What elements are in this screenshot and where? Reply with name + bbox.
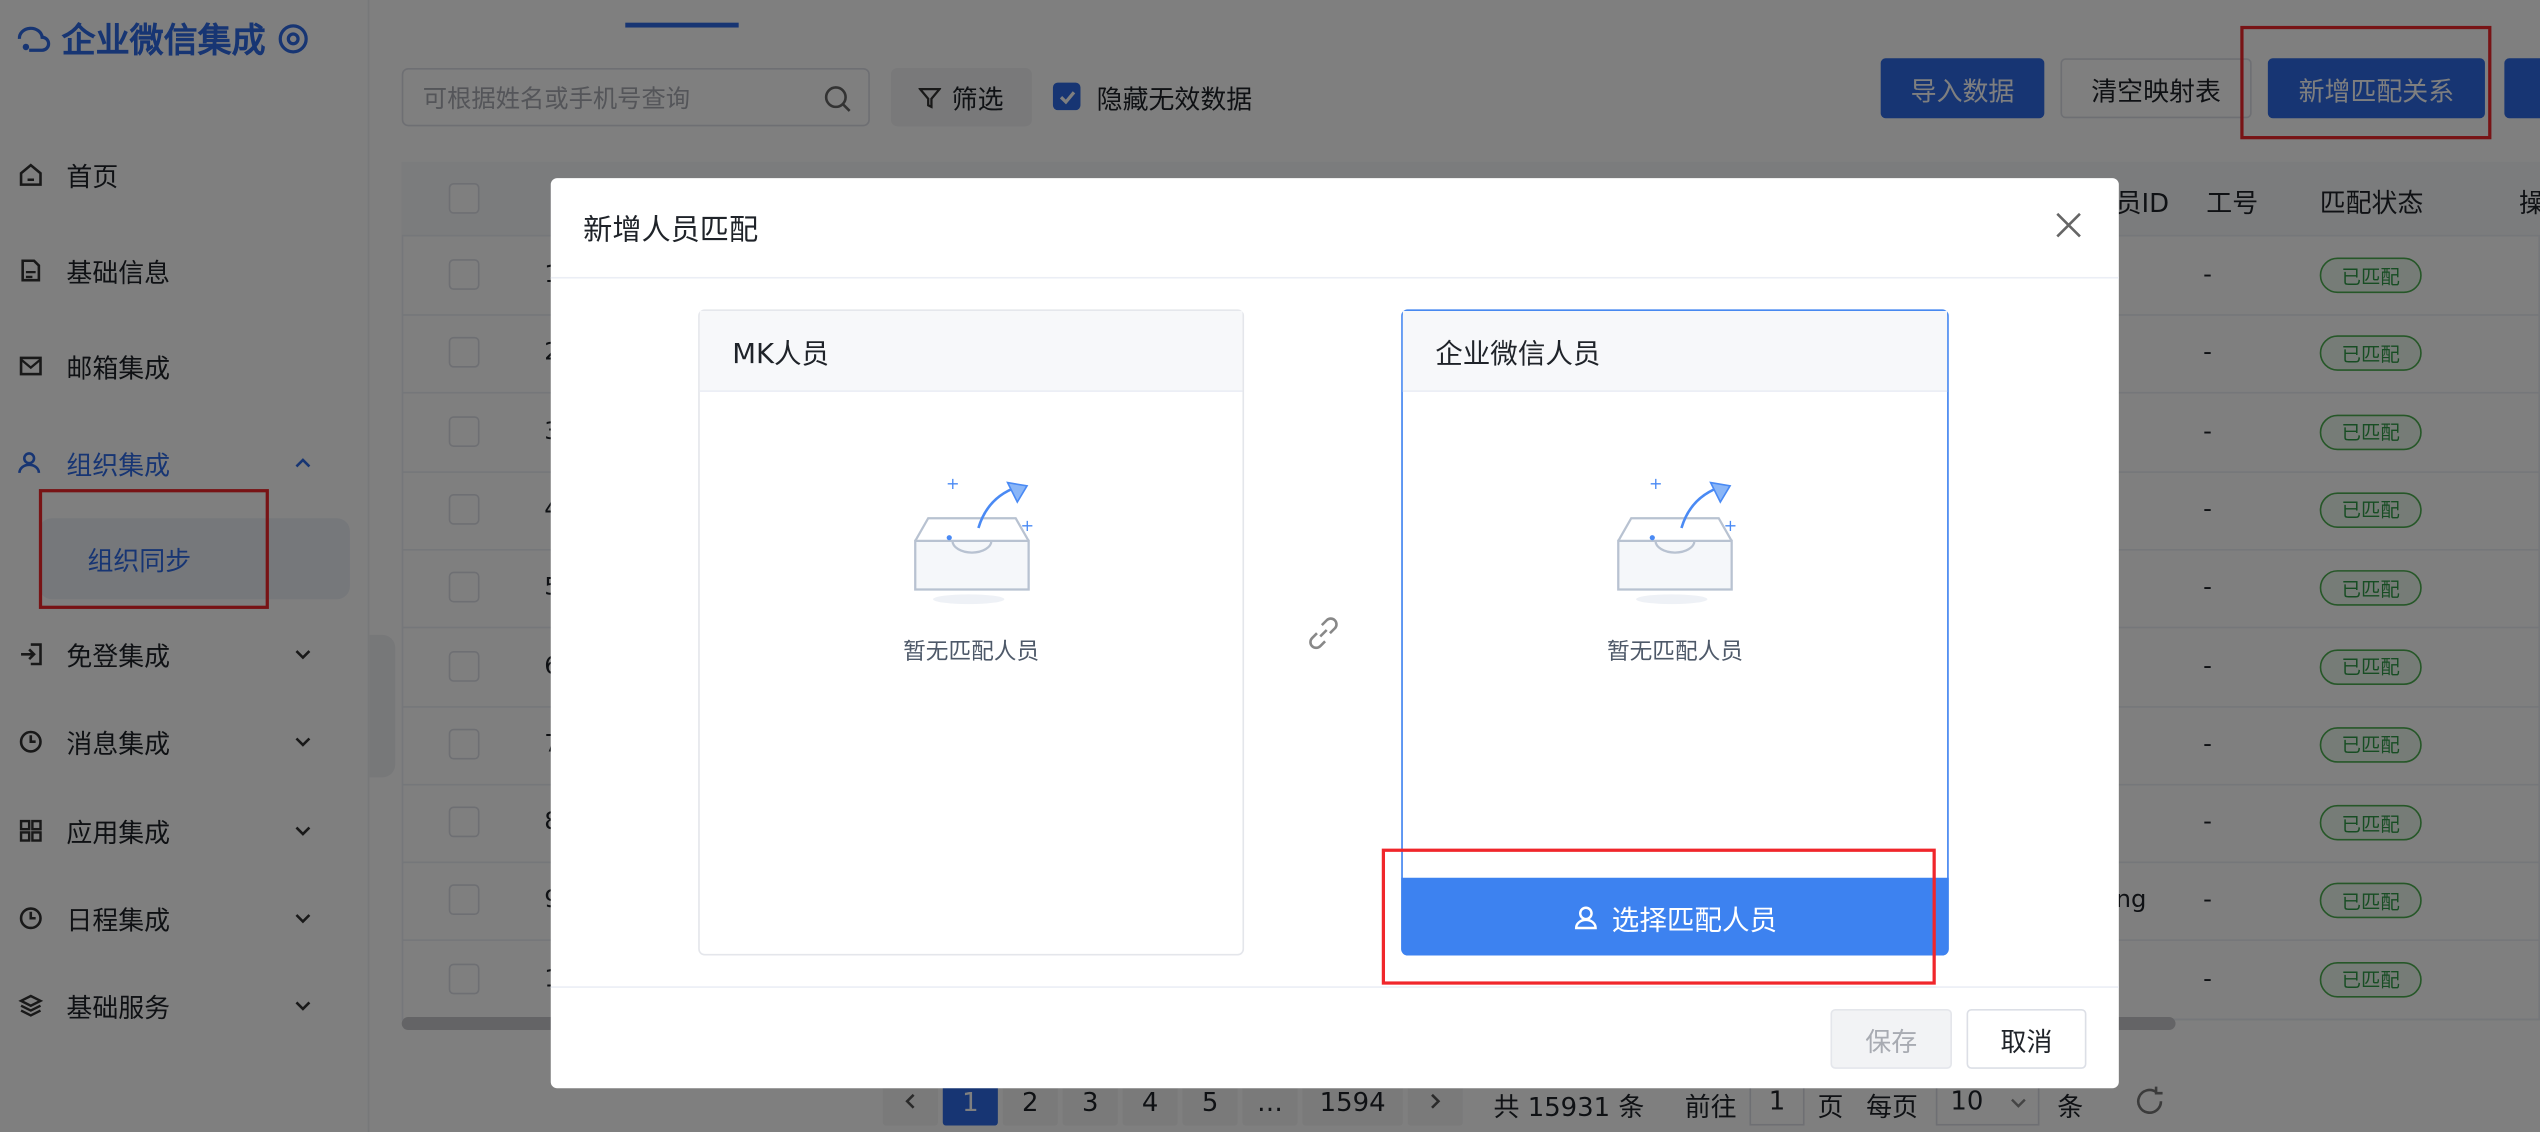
- svg-text:+: +: [1724, 516, 1738, 535]
- empty-box-icon: + +: [1617, 476, 1738, 605]
- mk-person-card: MK人员: [698, 309, 1245, 956]
- empty-box-icon: + +: [914, 476, 1035, 605]
- svg-text:+: +: [1649, 476, 1663, 493]
- cancel-button[interactable]: 取消: [1966, 1008, 2087, 1069]
- dialog-header-divider: [550, 276, 2119, 279]
- highlight-box-choose: [1381, 848, 1936, 985]
- svg-text:+: +: [946, 476, 960, 493]
- close-icon[interactable]: [2051, 207, 2087, 243]
- mk-empty-text: 暂无匹配人员: [903, 639, 1040, 666]
- mk-card-title: MK人员: [699, 310, 1243, 392]
- dialog-footer-divider: [550, 986, 2119, 988]
- svg-text:+: +: [1021, 516, 1035, 535]
- save-button[interactable]: 保存: [1830, 1008, 1952, 1069]
- dialog-title: 新增人员匹配: [583, 213, 759, 248]
- wecom-card-title: 企业微信人员: [1402, 310, 1948, 392]
- wecom-empty-text: 暂无匹配人员: [1606, 639, 1744, 666]
- link-icon: [1309, 617, 1338, 650]
